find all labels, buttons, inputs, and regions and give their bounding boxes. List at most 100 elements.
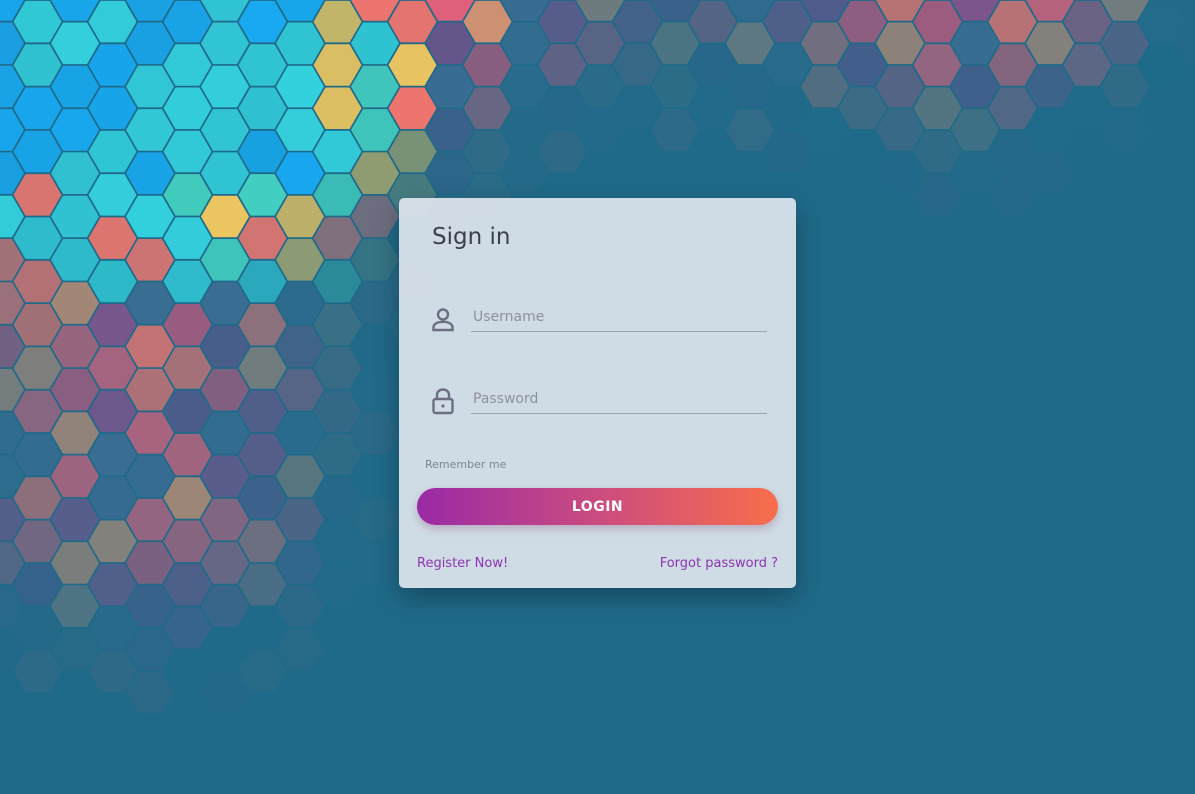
background-hexagon [538, 0, 587, 43]
background-hexagon [276, 325, 324, 368]
background-hexagon [951, 22, 999, 65]
background-hexagon [88, 563, 137, 606]
background-hexagon [276, 65, 324, 108]
background-hexagon [163, 650, 212, 692]
background-hexagon [276, 628, 324, 671]
background-hexagon [163, 390, 212, 433]
background-hexagon [763, 130, 812, 173]
background-hexagon [913, 130, 962, 173]
background-hexagon [1063, 0, 1112, 43]
background-hexagon [238, 520, 287, 563]
background-hexagon [201, 412, 249, 454]
background-hexagon [163, 0, 212, 43]
background-hexagon [238, 650, 287, 692]
remember-me-label[interactable]: Remember me [425, 458, 506, 471]
background-hexagon [13, 433, 62, 476]
background-hexagon [763, 0, 812, 43]
background-hexagon [538, 130, 587, 173]
background-hexagon [126, 239, 174, 281]
background-hexagon [126, 65, 174, 108]
background-hexagon [276, 542, 324, 584]
background-hexagon [238, 260, 287, 303]
background-hexagon [1101, 22, 1149, 65]
background-hexagon [463, 130, 512, 173]
background-hexagon [163, 433, 212, 476]
background-hexagon [13, 563, 62, 606]
background-hexagon [426, 22, 474, 65]
background-hexagon [51, 628, 99, 671]
background-hexagon [276, 109, 324, 151]
background-hexagon [51, 455, 99, 498]
background-hexagon [276, 368, 324, 411]
background-hexagon [238, 304, 287, 346]
background-hexagon [201, 282, 249, 324]
background-hexagon [163, 477, 212, 519]
background-hexagon [426, 109, 474, 151]
background-hexagon [13, 0, 62, 43]
background-hexagon [51, 325, 99, 368]
background-hexagon [801, 109, 849, 151]
background-hexagon [313, 390, 362, 433]
background-hexagon [313, 520, 362, 563]
background-hexagon [463, 44, 512, 86]
background-hexagon [126, 628, 174, 671]
background-hexagon [838, 87, 887, 129]
background-hexagon [763, 44, 812, 86]
background-hexagon [313, 477, 362, 519]
background-hexagon [576, 22, 624, 65]
background-hexagon [201, 239, 249, 281]
login-button[interactable]: LOGIN [417, 488, 778, 525]
register-link[interactable]: Register Now! [417, 556, 508, 571]
background-hexagon [163, 174, 212, 216]
background-hexagon [688, 87, 737, 129]
background-hexagon [163, 130, 212, 173]
background-hexagon [313, 87, 362, 129]
background-hexagon [88, 217, 137, 259]
background-hexagon [51, 412, 99, 454]
background-hexagon [88, 433, 137, 476]
background-hexagon [1063, 44, 1112, 86]
background-hexagon [276, 195, 324, 238]
background-hexagon [126, 325, 174, 368]
background-hexagon [51, 498, 99, 541]
background-hexagon [13, 260, 62, 303]
background-hexagon [988, 44, 1037, 86]
background-hexagon [351, 325, 399, 368]
background-hexagon [951, 65, 999, 108]
background-hexagon [726, 65, 774, 108]
background-hexagon [876, 152, 924, 194]
password-input[interactable] [471, 384, 767, 414]
background-hexagon [13, 607, 62, 649]
background-hexagon [1101, 109, 1149, 151]
forgot-password-link[interactable]: Forgot password ? [660, 556, 778, 571]
background-hexagon [276, 22, 324, 65]
background-hexagon [201, 628, 249, 671]
background-hexagon [276, 585, 324, 627]
background-hexagon [201, 65, 249, 108]
background-hexagon [538, 87, 587, 129]
background-hexagon [1101, 65, 1149, 108]
background-hexagon [351, 22, 399, 65]
background-hexagon [51, 65, 99, 108]
username-input[interactable] [471, 302, 767, 332]
background-hexagon [126, 412, 174, 454]
background-hexagon [201, 585, 249, 627]
background-hexagon [13, 390, 62, 433]
background-hexagon [51, 368, 99, 411]
background-hexagon [126, 368, 174, 411]
background-hexagon [201, 325, 249, 368]
background-hexagon [88, 347, 137, 389]
background-hexagon [538, 44, 587, 86]
background-hexagon [351, 412, 399, 454]
background-hexagon [51, 195, 99, 238]
background-hexagon [13, 87, 62, 129]
background-hexagon [201, 498, 249, 541]
background-hexagon [313, 44, 362, 86]
background-hexagon [88, 650, 137, 692]
background-hexagon [88, 174, 137, 216]
background-hexagon [163, 347, 212, 389]
background-hexagon [126, 498, 174, 541]
background-hexagon [201, 542, 249, 584]
background-hexagon [726, 22, 774, 65]
background-hexagon [351, 152, 399, 194]
